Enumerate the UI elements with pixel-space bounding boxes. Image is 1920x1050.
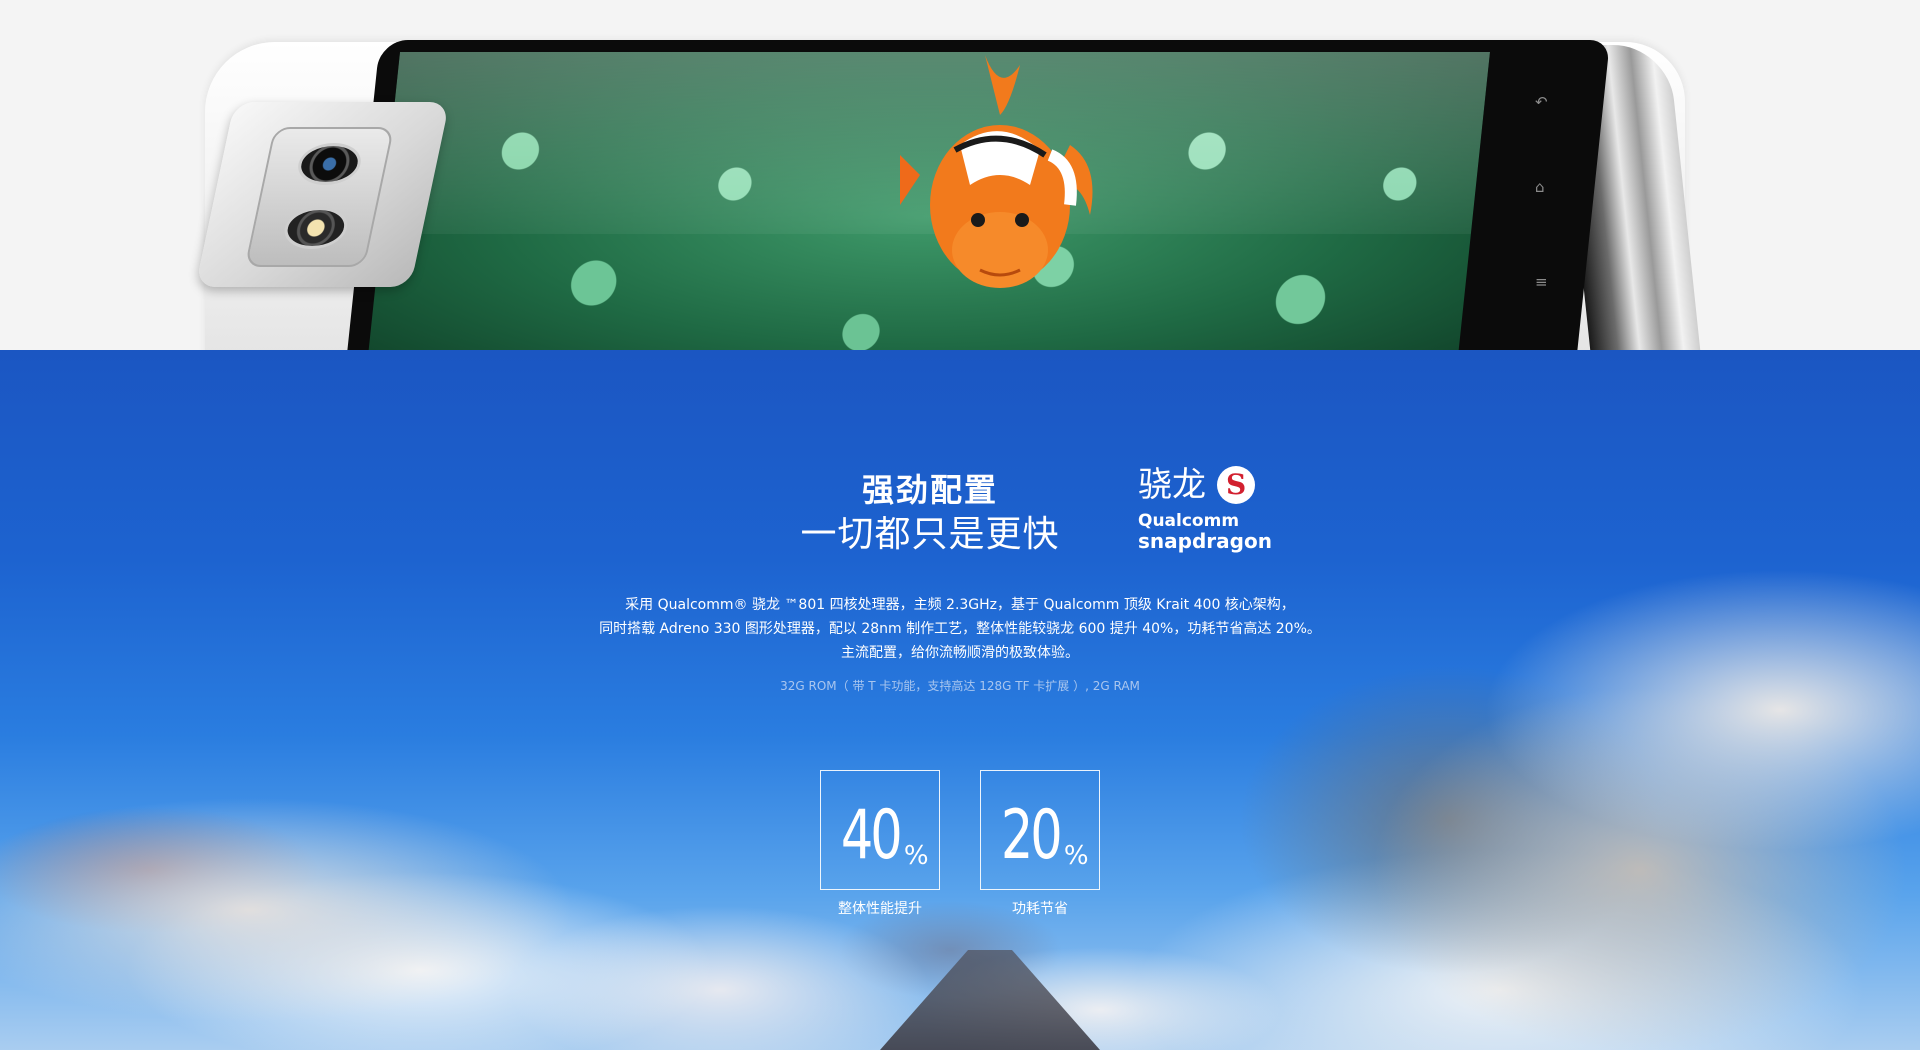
stat-performance: 40 % 整体性能提升 xyxy=(820,770,940,918)
stat-unit: % xyxy=(903,841,929,871)
brand-snapdragon: snapdragon xyxy=(1138,529,1272,553)
motion-blur-landscape xyxy=(0,350,1920,1050)
stat-value: 40 xyxy=(841,796,903,875)
storage-spec: 32G ROM（ 带 T 卡功能，支持高达 128G TF 卡扩展 ）, 2G … xyxy=(780,679,1140,693)
clownfish-image xyxy=(900,55,1093,288)
rotating-camera-module xyxy=(195,102,450,287)
menu-key-icon: ≡ xyxy=(1535,273,1548,291)
stat-value: 20 xyxy=(1001,796,1063,875)
logo-letter: S xyxy=(1225,468,1247,501)
stat-label: 整体性能提升 xyxy=(838,901,922,917)
back-key-icon: ↶ xyxy=(1535,93,1548,111)
headline-title: 强劲配置 xyxy=(861,471,998,509)
camera-plate xyxy=(244,127,395,267)
headline-subtitle: 一切都只是更快 xyxy=(800,514,1060,555)
stat-unit: % xyxy=(1063,841,1089,871)
stat-box: 40 % xyxy=(820,770,940,890)
product-hero: ↶ ⌂ ≡ xyxy=(0,0,1920,350)
snapdragon-s-icon: S xyxy=(1217,466,1256,504)
stat-power-saving: 20 % 功耗节省 xyxy=(980,770,1100,918)
stat-box: 20 % xyxy=(980,770,1100,890)
home-key-icon: ⌂ xyxy=(1535,178,1545,196)
performance-section: 强劲配置 一切都只是更快 骁龙 S Qualcomm snapdragon 采用… xyxy=(0,350,1920,1050)
description-line: 同时搭载 Adreno 330 图形处理器，配以 28nm 制作工艺，整体性能较… xyxy=(599,621,1321,637)
snapdragon-logo: 骁龙 S Qualcomm snapdragon xyxy=(1138,462,1272,553)
camera-lens-icon xyxy=(294,143,365,185)
description-line: 采用 Qualcomm® 骁龙 ™801 四核处理器，主频 2.3GHz，基于 … xyxy=(625,597,1295,613)
flash-icon xyxy=(280,207,352,249)
brand-qualcomm: Qualcomm xyxy=(1138,511,1240,531)
brand-name-cn: 骁龙 xyxy=(1138,465,1206,505)
processor-description: 采用 Qualcomm® 骁龙 ™801 四核处理器，主频 2.3GHz，基于 … xyxy=(560,593,1360,665)
stat-label: 功耗节省 xyxy=(1012,901,1068,917)
description-line: 主流配置，给你流畅顺滑的极致体验。 xyxy=(841,645,1079,661)
section-headline: 强劲配置 一切都只是更快 xyxy=(760,468,1100,558)
